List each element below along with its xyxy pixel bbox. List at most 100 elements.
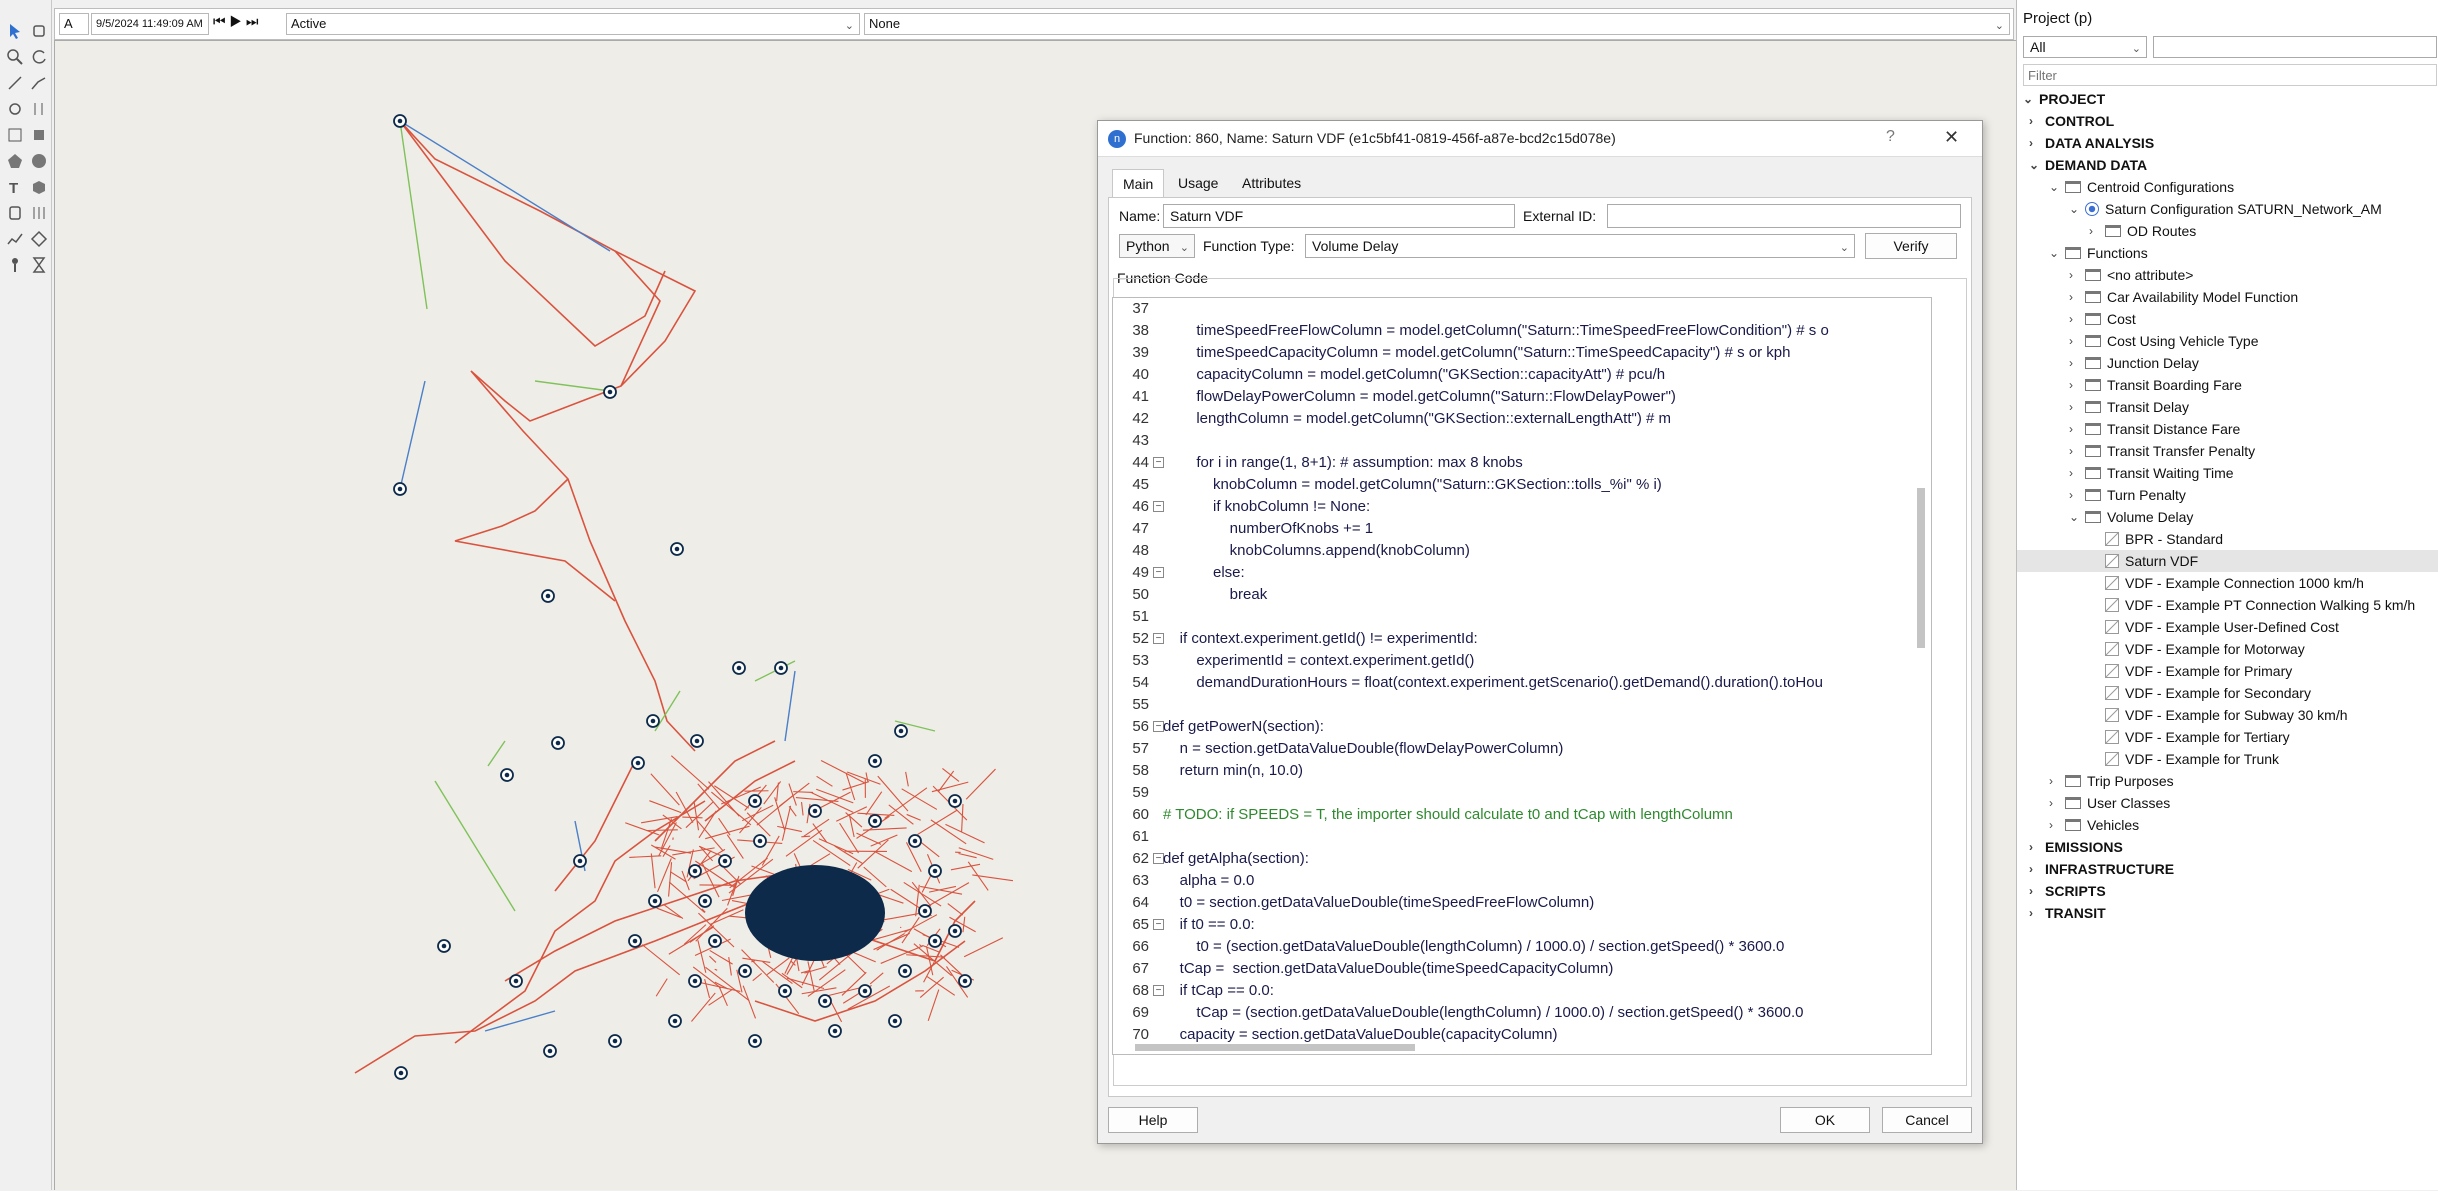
- chevron-right-icon[interactable]: ›: [2069, 396, 2081, 418]
- chevron-down-icon[interactable]: ⌄: [2069, 506, 2081, 528]
- chevron-right-icon[interactable]: ›: [2029, 132, 2041, 154]
- code-editor[interactable]: 3738 timeSpeedFreeFlowColumn = model.get…: [1112, 297, 1932, 1055]
- code-line[interactable]: 37: [1113, 298, 1932, 320]
- tree-node[interactable]: ›Trip Purposes: [2017, 770, 2438, 792]
- chevron-right-icon[interactable]: ›: [2049, 792, 2061, 814]
- code-line[interactable]: 56−def getPowerN(section):: [1113, 716, 1932, 738]
- tree-node[interactable]: VDF - Example User-Defined Cost: [2017, 616, 2438, 638]
- code-line[interactable]: 62−def getAlpha(section):: [1113, 848, 1932, 870]
- code-line[interactable]: 60# TODO: if SPEEDS = T, the importer sh…: [1113, 804, 1932, 826]
- hourglass-icon[interactable]: [28, 254, 50, 276]
- chevron-right-icon[interactable]: ›: [2049, 770, 2061, 792]
- tree-node[interactable]: ⌄Functions: [2017, 242, 2438, 264]
- code-line[interactable]: 51: [1113, 606, 1932, 628]
- tree-node[interactable]: ›Turn Penalty: [2017, 484, 2438, 506]
- chevron-right-icon[interactable]: ›: [2049, 814, 2061, 836]
- polygon-icon[interactable]: [4, 150, 26, 172]
- code-line[interactable]: 59: [1113, 782, 1932, 804]
- chevron-right-icon[interactable]: ›: [2069, 440, 2081, 462]
- circle-icon[interactable]: [28, 150, 50, 172]
- status-select[interactable]: Active ⌄: [286, 13, 860, 35]
- mode-select[interactable]: A: [59, 13, 89, 35]
- code-line[interactable]: 50 break: [1113, 584, 1932, 606]
- tree-node[interactable]: ›Transit Boarding Fare: [2017, 374, 2438, 396]
- playback-controls[interactable]: ⏮ ▶ ⏭: [213, 13, 258, 30]
- code-line[interactable]: 64 t0 = section.getDataValueDouble(timeS…: [1113, 892, 1932, 914]
- code-line[interactable]: 39 timeSpeedCapacityColumn = model.getCo…: [1113, 342, 1932, 364]
- tree-node[interactable]: ⌄PROJECT: [2017, 88, 2438, 110]
- junction-icon[interactable]: [28, 124, 50, 146]
- tab-usage[interactable]: Usage: [1168, 169, 1228, 197]
- code-line[interactable]: 58 return min(n, 10.0): [1113, 760, 1932, 782]
- tree-node[interactable]: Saturn VDF: [2017, 550, 2438, 572]
- chevron-right-icon[interactable]: ›: [2069, 330, 2081, 352]
- draw-section-icon[interactable]: [4, 72, 26, 94]
- chevron-down-icon[interactable]: ⌄: [2069, 198, 2081, 220]
- scope-select[interactable]: All ⌄: [2023, 36, 2147, 58]
- code-line[interactable]: 65− if t0 == 0.0:: [1113, 914, 1932, 936]
- tree-node[interactable]: ›Vehicles: [2017, 814, 2438, 836]
- tree-node[interactable]: ›SCRIPTS: [2017, 880, 2438, 902]
- close-icon[interactable]: ✕: [1944, 127, 1959, 148]
- function-type-select[interactable]: Volume Delay ⌄: [1305, 234, 1855, 258]
- code-line[interactable]: 45 knobColumn = model.getColumn("Saturn:…: [1113, 474, 1932, 496]
- tree-node[interactable]: ›User Classes: [2017, 792, 2438, 814]
- vertical-scrollbar[interactable]: [1917, 488, 1925, 648]
- chevron-right-icon[interactable]: ›: [2069, 484, 2081, 506]
- cancel-button[interactable]: Cancel: [1882, 1107, 1972, 1133]
- tree-node[interactable]: ⌄Centroid Configurations: [2017, 176, 2438, 198]
- cube-icon[interactable]: [28, 176, 50, 198]
- code-line[interactable]: 57 n = section.getDataValueDouble(flowDe…: [1113, 738, 1932, 760]
- code-line[interactable]: 66 t0 = (section.getDataValueDouble(leng…: [1113, 936, 1932, 958]
- tree-node[interactable]: VDF - Example for Primary: [2017, 660, 2438, 682]
- help-button[interactable]: Help: [1108, 1107, 1198, 1133]
- tab-main[interactable]: Main: [1112, 169, 1164, 197]
- tree-node[interactable]: ›Car Availability Model Function: [2017, 286, 2438, 308]
- tree-node[interactable]: ›Transit Delay: [2017, 396, 2438, 418]
- tree-node[interactable]: BPR - Standard: [2017, 528, 2438, 550]
- signal-icon[interactable]: [4, 254, 26, 276]
- tree-node[interactable]: ⌄DEMAND DATA: [2017, 154, 2438, 176]
- tree-node[interactable]: VDF - Example for Subway 30 km/h: [2017, 704, 2438, 726]
- chevron-down-icon[interactable]: ⌄: [2023, 88, 2035, 110]
- tree-node[interactable]: ›TRANSIT: [2017, 902, 2438, 924]
- filter-input[interactable]: [2023, 64, 2437, 86]
- code-line[interactable]: 67 tCap = section.getDataValueDouble(tim…: [1113, 958, 1932, 980]
- tree-node[interactable]: VDF - Example for Motorway: [2017, 638, 2438, 660]
- tree-node[interactable]: ›<no attribute>: [2017, 264, 2438, 286]
- zoom-icon[interactable]: [4, 46, 26, 68]
- chevron-right-icon[interactable]: ›: [2029, 110, 2041, 132]
- chevron-down-icon[interactable]: ⌄: [2049, 176, 2061, 198]
- chevron-down-icon[interactable]: ⌄: [2049, 242, 2061, 264]
- code-line[interactable]: 53 experimentId = context.experiment.get…: [1113, 650, 1932, 672]
- chevron-right-icon[interactable]: ›: [2029, 902, 2041, 924]
- select-icon[interactable]: [4, 20, 26, 42]
- chart-icon[interactable]: [4, 228, 26, 250]
- chevron-right-icon[interactable]: ›: [2029, 858, 2041, 880]
- tree-node[interactable]: VDF - Example for Trunk: [2017, 748, 2438, 770]
- help-icon[interactable]: ?: [1886, 128, 1895, 146]
- code-line[interactable]: 52− if context.experiment.getId() != exp…: [1113, 628, 1932, 650]
- chevron-down-icon[interactable]: ⌄: [2029, 154, 2041, 176]
- tree-node[interactable]: VDF - Example PT Connection Walking 5 km…: [2017, 594, 2438, 616]
- code-line[interactable]: 44− for i in range(1, 8+1): # assumption…: [1113, 452, 1932, 474]
- chevron-right-icon[interactable]: ›: [2029, 836, 2041, 858]
- tree-node[interactable]: ›Transit Distance Fare: [2017, 418, 2438, 440]
- tree-node[interactable]: ›Cost Using Vehicle Type: [2017, 330, 2438, 352]
- chevron-right-icon[interactable]: ›: [2069, 462, 2081, 484]
- tab-attributes[interactable]: Attributes: [1232, 169, 1311, 197]
- chevron-right-icon[interactable]: ›: [2069, 418, 2081, 440]
- code-line[interactable]: 63 alpha = 0.0: [1113, 870, 1932, 892]
- tree-node[interactable]: VDF - Example Connection 1000 km/h: [2017, 572, 2438, 594]
- code-line[interactable]: 49− else:: [1113, 562, 1932, 584]
- tree-node[interactable]: ›EMISSIONS: [2017, 836, 2438, 858]
- tree-node[interactable]: ›Transit Waiting Time: [2017, 462, 2438, 484]
- project-search-input[interactable]: [2153, 36, 2437, 58]
- tree-node[interactable]: ›Junction Delay: [2017, 352, 2438, 374]
- tree-node[interactable]: ›DATA ANALYSIS: [2017, 132, 2438, 154]
- detector-icon[interactable]: [28, 202, 50, 224]
- centroid-icon[interactable]: [4, 124, 26, 146]
- tree-node[interactable]: ›INFRASTRUCTURE: [2017, 858, 2438, 880]
- tree-node[interactable]: VDF - Example for Secondary: [2017, 682, 2438, 704]
- code-line[interactable]: 47 numberOfKnobs += 1: [1113, 518, 1932, 540]
